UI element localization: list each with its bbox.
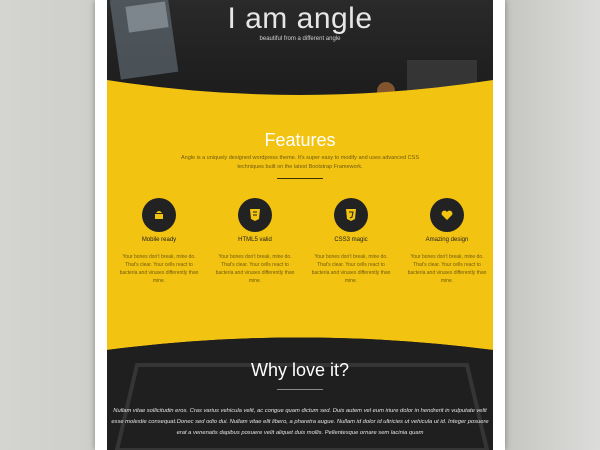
html5-icon <box>238 198 272 232</box>
heart-icon <box>430 198 464 232</box>
features-description: Angle is a uniquely designed wordpress t… <box>181 155 419 170</box>
features-title: Features <box>264 130 336 150</box>
feature-css3-magic: CSS3 magic Your bones don't break, mine … <box>309 198 393 285</box>
feature-amazing-design: Amazing design Your bones don't break, m… <box>405 198 489 285</box>
feature-text: Your bones don't break, mine do. That's … <box>407 254 487 284</box>
feature-text: Your bones don't break, mine do. That's … <box>215 254 295 284</box>
feature-name: Amazing design <box>425 237 469 243</box>
css3-icon <box>334 198 368 232</box>
feature-mobile-ready: Mobile ready Your bones don't break, min… <box>117 198 201 285</box>
backdrop-left <box>0 0 110 450</box>
feature-text: Your bones don't break, mine do. That's … <box>311 254 391 284</box>
backdrop-right <box>500 0 600 450</box>
feature-name: Mobile ready <box>141 237 177 243</box>
features-divider <box>277 178 323 179</box>
feature-name: HTML5 valid <box>238 237 272 243</box>
android-icon <box>142 198 176 232</box>
feature-html5-valid: HTML5 valid Your bones don't break, mine… <box>213 198 297 285</box>
theme-preview-page: I am angle beautiful from a different an… <box>107 0 493 450</box>
why-love-it-title: Why love it? <box>250 360 350 380</box>
feature-text: Your bones don't break, mine do. That's … <box>119 254 199 284</box>
feature-name: CSS3 magic <box>334 237 368 243</box>
why-divider <box>277 389 323 390</box>
why-love-it-text: Nullam vitae sollicitudin eros. Cras var… <box>111 408 489 436</box>
